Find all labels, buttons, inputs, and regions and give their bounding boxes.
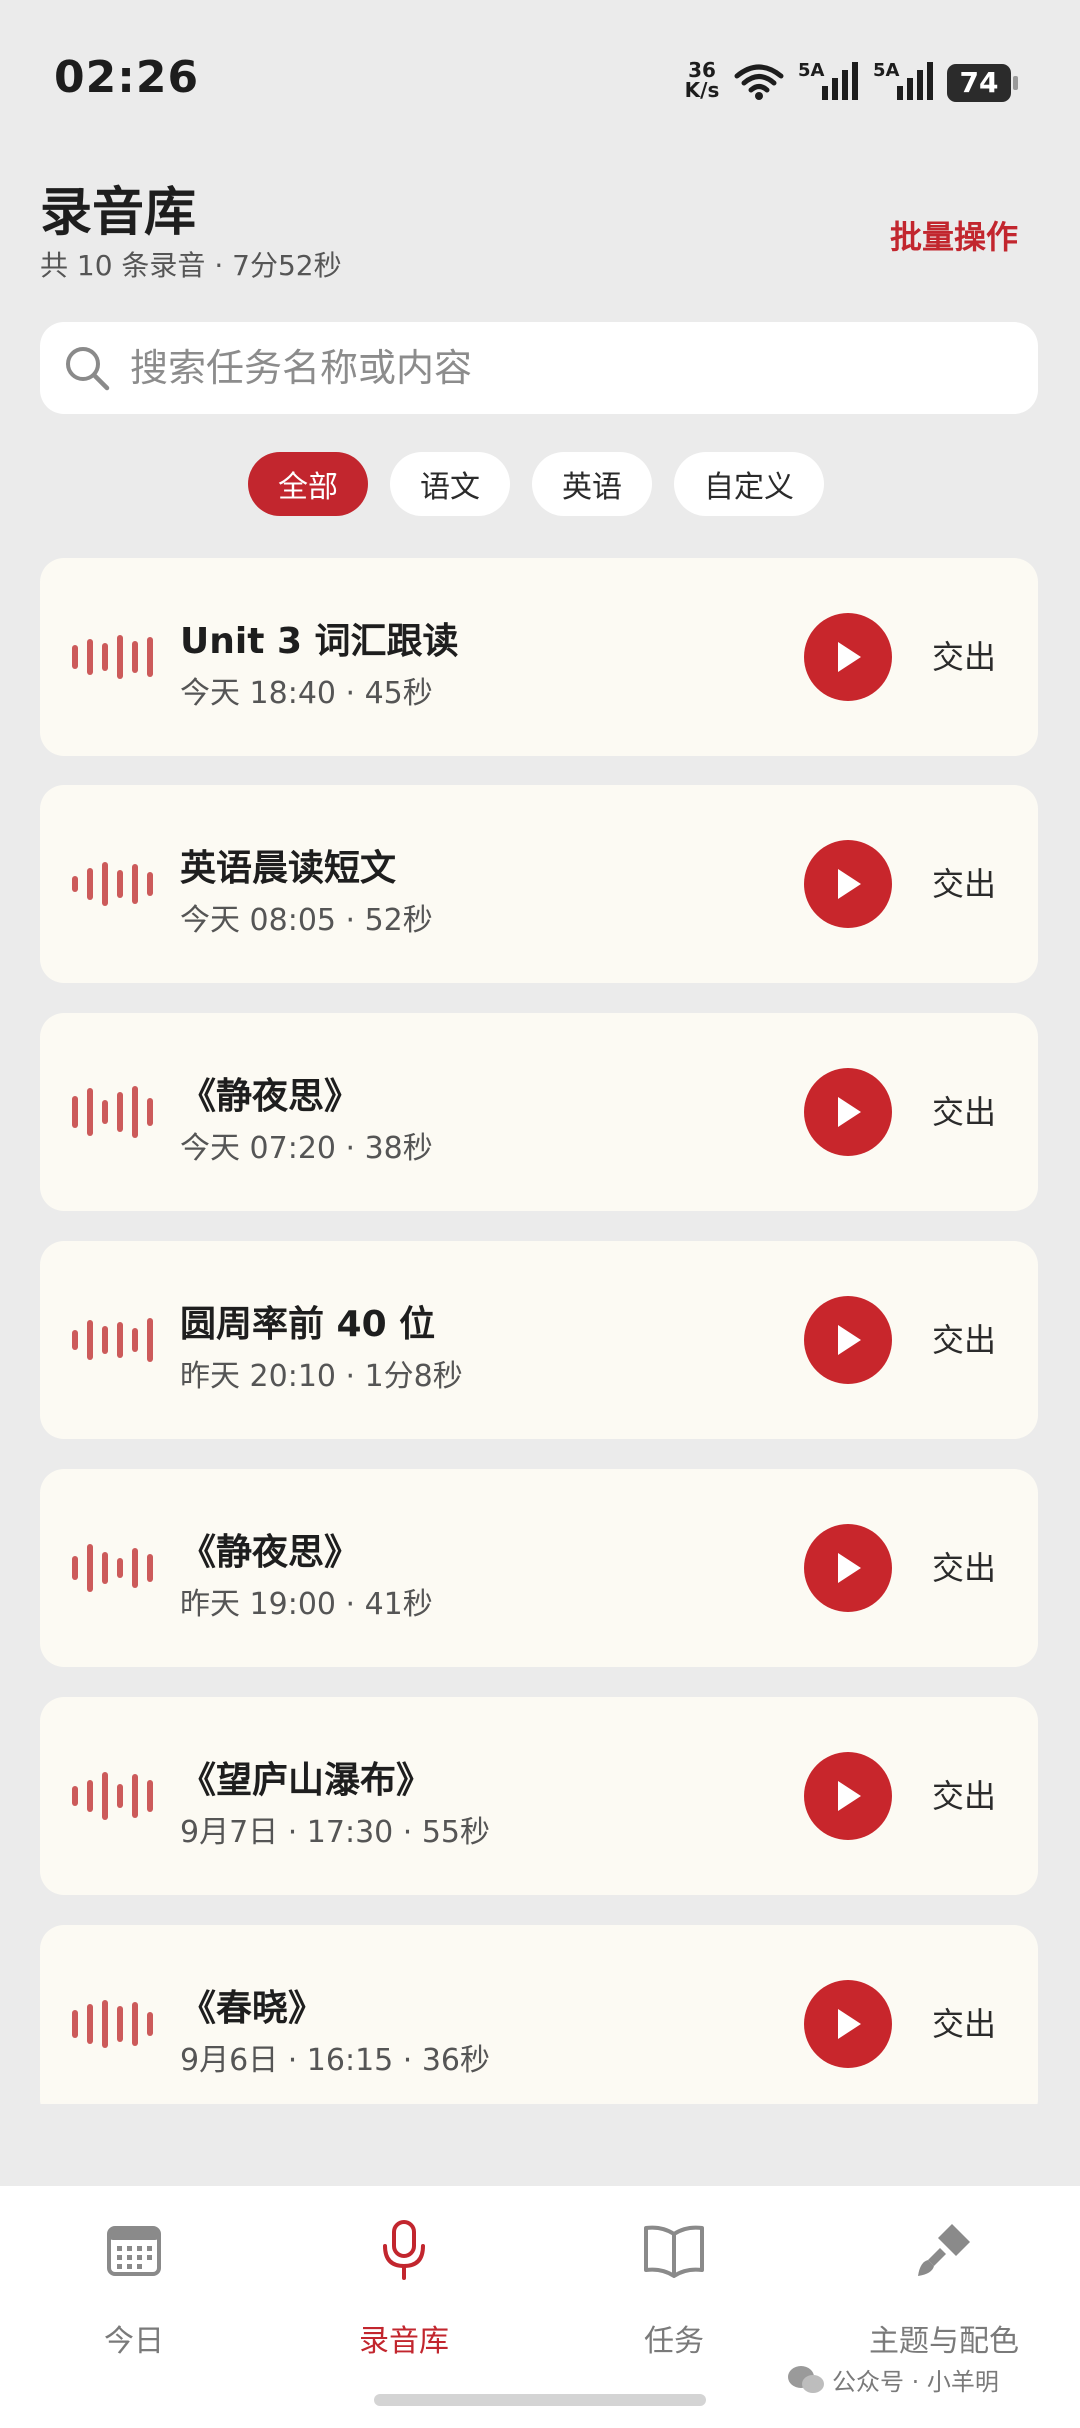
play-icon [838, 642, 861, 672]
submit-button[interactable]: 交出 [932, 1999, 996, 2045]
page-title: 录音库 [40, 183, 197, 243]
play-button[interactable] [804, 1752, 892, 1840]
play-button[interactable] [804, 613, 892, 701]
recording-card[interactable]: 英语晨读短文 今天 08:05 · 52秒 交出 [40, 785, 1038, 983]
recording-card[interactable]: 《静夜思》 今天 07:20 · 38秒 交出 [40, 1013, 1038, 1211]
microphone-icon [383, 2220, 425, 2280]
calendar-icon [107, 2226, 161, 2276]
tab-theme[interactable]: 主题与配色 [834, 2214, 1054, 2360]
signal-bars-icon [822, 62, 858, 100]
play-button[interactable] [804, 1524, 892, 1612]
waveform-icon [72, 1318, 153, 1362]
play-button[interactable] [804, 1068, 892, 1156]
play-icon [838, 1553, 861, 1583]
play-icon [838, 2009, 861, 2039]
recording-card[interactable]: 《静夜思》 昨天 19:00 · 41秒 交出 [40, 1469, 1038, 1667]
submit-button[interactable]: 交出 [932, 859, 996, 905]
submit-button[interactable]: 交出 [932, 1771, 996, 1817]
wifi-icon [734, 64, 784, 100]
recording-meta: 今天 07:20 · 38秒 [180, 1131, 433, 1166]
recording-meta: 今天 08:05 · 52秒 [180, 903, 433, 938]
network-speed-value: 36 [688, 58, 716, 82]
wechat-icon [788, 2365, 824, 2393]
submit-button[interactable]: 交出 [932, 1087, 996, 1133]
waveform-icon [72, 862, 153, 906]
filter-custom[interactable]: 自定义 [674, 452, 824, 516]
waveform-icon [72, 1086, 153, 1138]
status-time: 02:26 [54, 52, 200, 103]
recording-card[interactable]: 《春晓》 9月6日 · 16:15 · 36秒 交出 [40, 1925, 1038, 2104]
recording-title: 《静夜思》 [180, 1532, 361, 1573]
tab-today-label: 今日 [104, 2324, 164, 2359]
status-bar: 02:26 36 K/s 5A 5A 74 [0, 0, 1080, 160]
tab-recordings-label: 录音库 [359, 2324, 449, 2359]
batch-operation-button[interactable]: 批量操作 [890, 212, 1018, 258]
recording-title: 《静夜思》 [180, 1076, 361, 1117]
search-bar[interactable] [40, 322, 1038, 414]
search-input[interactable] [130, 346, 990, 390]
recording-title: 《春晓》 [180, 1988, 325, 2029]
recording-summary: 共 10 条录音 · 7分52秒 [40, 249, 342, 282]
paint-brush-icon [918, 2224, 970, 2276]
recording-card[interactable]: Unit 3 词汇跟读 今天 18:40 · 45秒 交出 [40, 558, 1038, 756]
battery-percent: 74 [959, 66, 999, 99]
play-icon [838, 1781, 861, 1811]
search-icon [66, 347, 110, 391]
home-indicator[interactable] [374, 2394, 706, 2406]
signal-bars-icon [897, 62, 933, 100]
play-button[interactable] [804, 840, 892, 928]
play-button[interactable] [804, 1296, 892, 1384]
play-icon [838, 1097, 861, 1127]
tab-recordings[interactable]: 录音库 [294, 2214, 514, 2360]
recording-title: Unit 3 词汇跟读 [180, 621, 459, 662]
filter-chips: 全部 语文 英语 自定义 [248, 452, 824, 516]
tab-today[interactable]: 今日 [24, 2214, 244, 2360]
submit-button[interactable]: 交出 [932, 1543, 996, 1589]
watermark: 公众号 · 小羊明 [786, 2362, 999, 2397]
waveform-icon [72, 1544, 153, 1592]
filter-chinese[interactable]: 语文 [390, 452, 510, 516]
play-button[interactable] [804, 1980, 892, 2068]
recording-title: 《望庐山瀑布》 [180, 1760, 433, 1801]
filter-english[interactable]: 英语 [532, 452, 652, 516]
submit-button[interactable]: 交出 [932, 632, 996, 678]
recording-title: 圆周率前 40 位 [180, 1304, 436, 1345]
recording-meta: 9月6日 · 16:15 · 36秒 [180, 2043, 491, 2078]
recording-meta: 9月7日 · 17:30 · 55秒 [180, 1815, 491, 1850]
waveform-icon [72, 1772, 153, 1820]
recording-meta: 今天 18:40 · 45秒 [180, 676, 433, 711]
waveform-icon [72, 635, 153, 679]
network-speed-unit: K/s [684, 78, 720, 102]
recording-meta: 昨天 19:00 · 41秒 [180, 1587, 433, 1622]
book-icon [644, 2225, 704, 2278]
tab-theme-label: 主题与配色 [869, 2324, 1019, 2359]
play-icon [838, 869, 861, 899]
recording-card[interactable]: 《望庐山瀑布》 9月7日 · 17:30 · 55秒 交出 [40, 1697, 1038, 1895]
tab-tasks-label: 任务 [644, 2324, 704, 2359]
recording-list: Unit 3 词汇跟读 今天 18:40 · 45秒 交出 英语晨读短文 今天 … [40, 558, 1038, 2104]
recording-meta: 昨天 20:10 · 1分8秒 [180, 1359, 463, 1394]
recording-card[interactable]: 圆周率前 40 位 昨天 20:10 · 1分8秒 交出 [40, 1241, 1038, 1439]
network-speed: 36 K/s [682, 60, 722, 100]
submit-button[interactable]: 交出 [932, 1315, 996, 1361]
waveform-icon [72, 2000, 153, 2048]
tab-tasks[interactable]: 任务 [564, 2214, 784, 2360]
battery-icon: 74 [947, 64, 1019, 102]
play-icon [838, 1325, 861, 1355]
watermark-text: 公众号 · 小羊明 [832, 2368, 999, 2396]
recording-title: 英语晨读短文 [180, 848, 397, 889]
filter-all[interactable]: 全部 [248, 452, 368, 516]
